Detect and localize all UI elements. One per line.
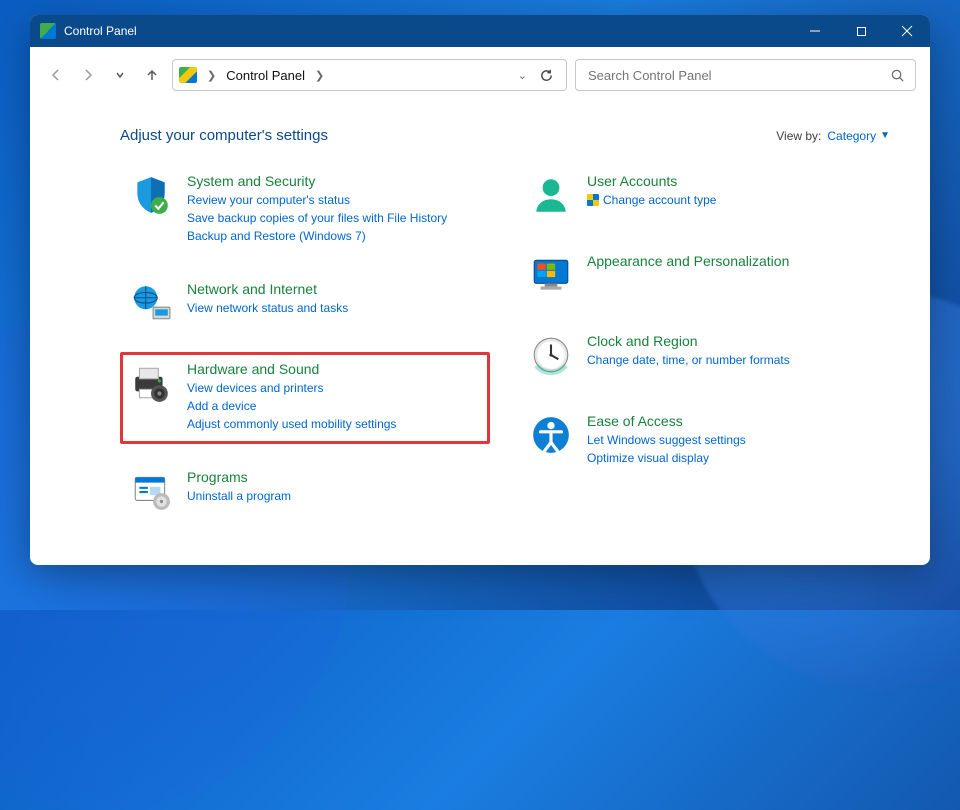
navigation-toolbar: ❯ Control Panel ❯ ⌄ <box>30 47 930 101</box>
category-body: User Accounts Change account type <box>587 173 716 217</box>
category-body: Ease of Access Let Windows suggest settin… <box>587 413 746 467</box>
search-box[interactable] <box>575 59 916 91</box>
up-button[interactable] <box>140 63 164 87</box>
category-link[interactable]: View network status and tasks <box>187 299 348 317</box>
category-shield: System and Security Review your computer'… <box>120 164 490 256</box>
refresh-button[interactable] <box>533 68 560 83</box>
window-title: Control Panel <box>64 24 137 38</box>
titlebar: Control Panel <box>30 15 930 47</box>
search-icon <box>890 68 905 83</box>
maximize-button[interactable] <box>838 15 884 47</box>
category-network: Network and Internet View network status … <box>120 272 490 336</box>
address-bar[interactable]: ❯ Control Panel ❯ ⌄ <box>172 59 567 91</box>
view-by-label: View by: <box>776 129 821 143</box>
network-icon <box>129 281 173 325</box>
chevron-right-icon[interactable]: ❯ <box>311 69 328 82</box>
category-printer: Hardware and Sound View devices and print… <box>120 352 490 444</box>
minimize-button[interactable] <box>792 15 838 47</box>
search-input[interactable] <box>586 67 890 84</box>
content-header: Adjust your computer's settings View by:… <box>120 127 890 144</box>
category-body: Programs Uninstall a program <box>187 469 291 513</box>
category-access: Ease of Access Let Windows suggest settin… <box>520 404 890 478</box>
category-body: Hardware and Sound View devices and print… <box>187 361 396 433</box>
category-title[interactable]: Hardware and Sound <box>187 361 396 377</box>
category-link[interactable]: Optimize visual display <box>587 449 746 467</box>
category-grid: System and Security Review your computer'… <box>120 164 890 524</box>
page-title: Adjust your computer's settings <box>120 127 328 144</box>
category-monitor: Appearance and Personalization <box>520 244 890 308</box>
category-body: System and Security Review your computer'… <box>187 173 447 245</box>
category-clock: Clock and Region Change date, time, or nu… <box>520 324 890 388</box>
view-by-dropdown[interactable]: Category ▼ <box>827 129 890 143</box>
control-panel-icon <box>40 23 56 39</box>
view-by-value: Category <box>827 129 876 143</box>
category-title[interactable]: User Accounts <box>587 173 716 189</box>
category-title[interactable]: Ease of Access <box>587 413 746 429</box>
category-link[interactable]: Review your computer's status <box>187 191 447 209</box>
shield-icon <box>129 173 173 217</box>
category-column-left: System and Security Review your computer'… <box>120 164 490 524</box>
printer-icon <box>129 361 173 405</box>
category-link[interactable]: Backup and Restore (Windows 7) <box>187 227 447 245</box>
category-title[interactable]: Programs <box>187 469 291 485</box>
clock-icon <box>529 333 573 377</box>
breadcrumb[interactable]: Control Panel <box>226 68 305 83</box>
category-link[interactable]: Save backup copies of your files with Fi… <box>187 209 447 227</box>
category-title[interactable]: Clock and Region <box>587 333 790 349</box>
monitor-icon <box>529 253 573 297</box>
category-user: User Accounts Change account type <box>520 164 890 228</box>
view-by-control: View by: Category ▼ <box>776 129 890 143</box>
control-panel-window: Control Panel ❯ Co <box>30 15 930 565</box>
category-link[interactable]: Let Windows suggest settings <box>587 431 746 449</box>
category-link[interactable]: Uninstall a program <box>187 487 291 505</box>
recent-locations-button[interactable] <box>108 63 132 87</box>
category-title[interactable]: Network and Internet <box>187 281 348 297</box>
chevron-down-icon[interactable]: ⌄ <box>518 69 527 82</box>
category-link[interactable]: Change date, time, or number formats <box>587 351 790 369</box>
category-link[interactable]: Adjust commonly used mobility settings <box>187 415 396 433</box>
back-button[interactable] <box>44 63 68 87</box>
category-body: Appearance and Personalization <box>587 253 789 297</box>
category-title[interactable]: System and Security <box>187 173 447 189</box>
category-link[interactable]: View devices and printers <box>187 379 396 397</box>
category-column-right: User Accounts Change account type Appearan… <box>520 164 890 524</box>
address-control-panel-icon <box>179 67 197 83</box>
user-icon <box>529 173 573 217</box>
content-area: Adjust your computer's settings View by:… <box>30 101 930 565</box>
category-link[interactable]: Add a device <box>187 397 396 415</box>
programs-icon <box>129 469 173 513</box>
category-body: Clock and Region Change date, time, or nu… <box>587 333 790 377</box>
category-title[interactable]: Appearance and Personalization <box>587 253 789 269</box>
chevron-right-icon[interactable]: ❯ <box>203 69 220 82</box>
close-button[interactable] <box>884 15 930 47</box>
category-programs: Programs Uninstall a program <box>120 460 490 524</box>
uac-shield-icon <box>587 194 599 206</box>
window-controls <box>792 15 930 47</box>
category-body: Network and Internet View network status … <box>187 281 348 325</box>
caret-down-icon: ▼ <box>880 130 890 141</box>
forward-button[interactable] <box>76 63 100 87</box>
access-icon <box>529 413 573 457</box>
category-link[interactable]: Change account type <box>587 191 716 209</box>
